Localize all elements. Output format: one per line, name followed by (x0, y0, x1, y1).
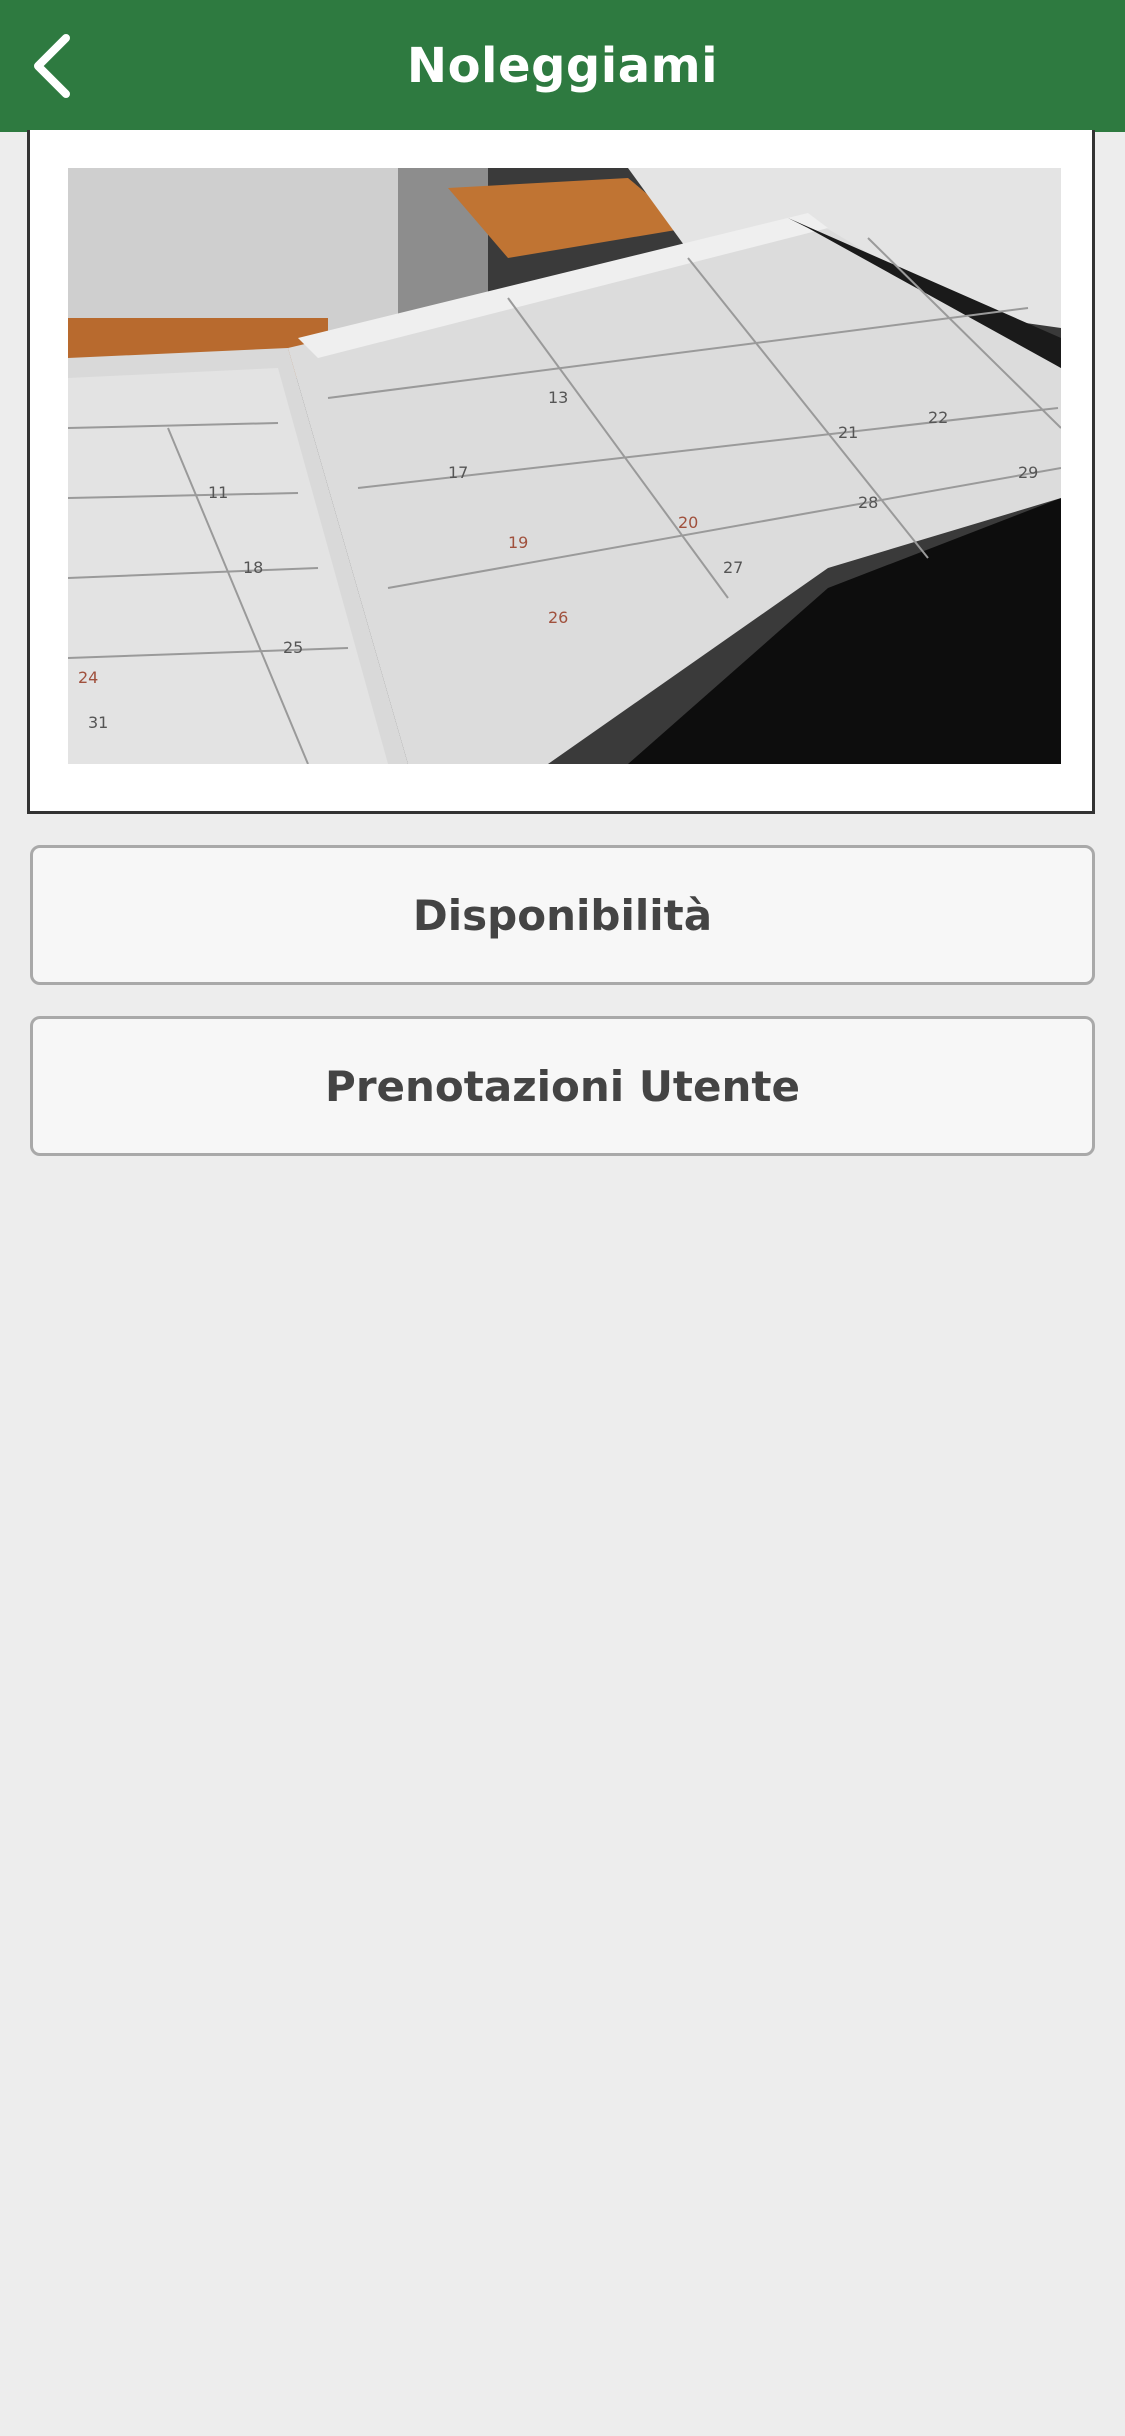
svg-text:13: 13 (548, 388, 568, 407)
svg-text:29: 29 (1018, 463, 1038, 482)
prenotazioni-utente-label: Prenotazioni Utente (325, 1061, 800, 1111)
disponibilita-label: Disponibilità (412, 890, 713, 940)
svg-text:25: 25 (283, 638, 303, 657)
svg-text:31: 31 (88, 713, 108, 732)
svg-text:18: 18 (243, 558, 263, 577)
top-bar: Noleggiami (0, 0, 1125, 132)
disponibilita-button[interactable]: Disponibilità (30, 845, 1095, 985)
svg-text:11: 11 (208, 483, 228, 502)
svg-text:26: 26 (548, 608, 568, 627)
svg-text:21: 21 (838, 423, 858, 442)
svg-text:20: 20 (678, 513, 698, 532)
planner-photo: 11 18 25 13 20 27 21 28 22 29 19 26 17 2… (68, 168, 1061, 764)
svg-text:17: 17 (448, 463, 468, 482)
svg-text:27: 27 (723, 558, 743, 577)
svg-text:19: 19 (508, 533, 528, 552)
planner-illustration: 11 18 25 13 20 27 21 28 22 29 19 26 17 2… (68, 168, 1061, 764)
hero-image-card: 11 18 25 13 20 27 21 28 22 29 19 26 17 2… (27, 130, 1095, 814)
svg-text:24: 24 (78, 668, 98, 687)
prenotazioni-utente-button[interactable]: Prenotazioni Utente (30, 1016, 1095, 1156)
svg-text:22: 22 (928, 408, 948, 427)
page-title: Noleggiami (406, 38, 719, 94)
svg-text:28: 28 (858, 493, 878, 512)
